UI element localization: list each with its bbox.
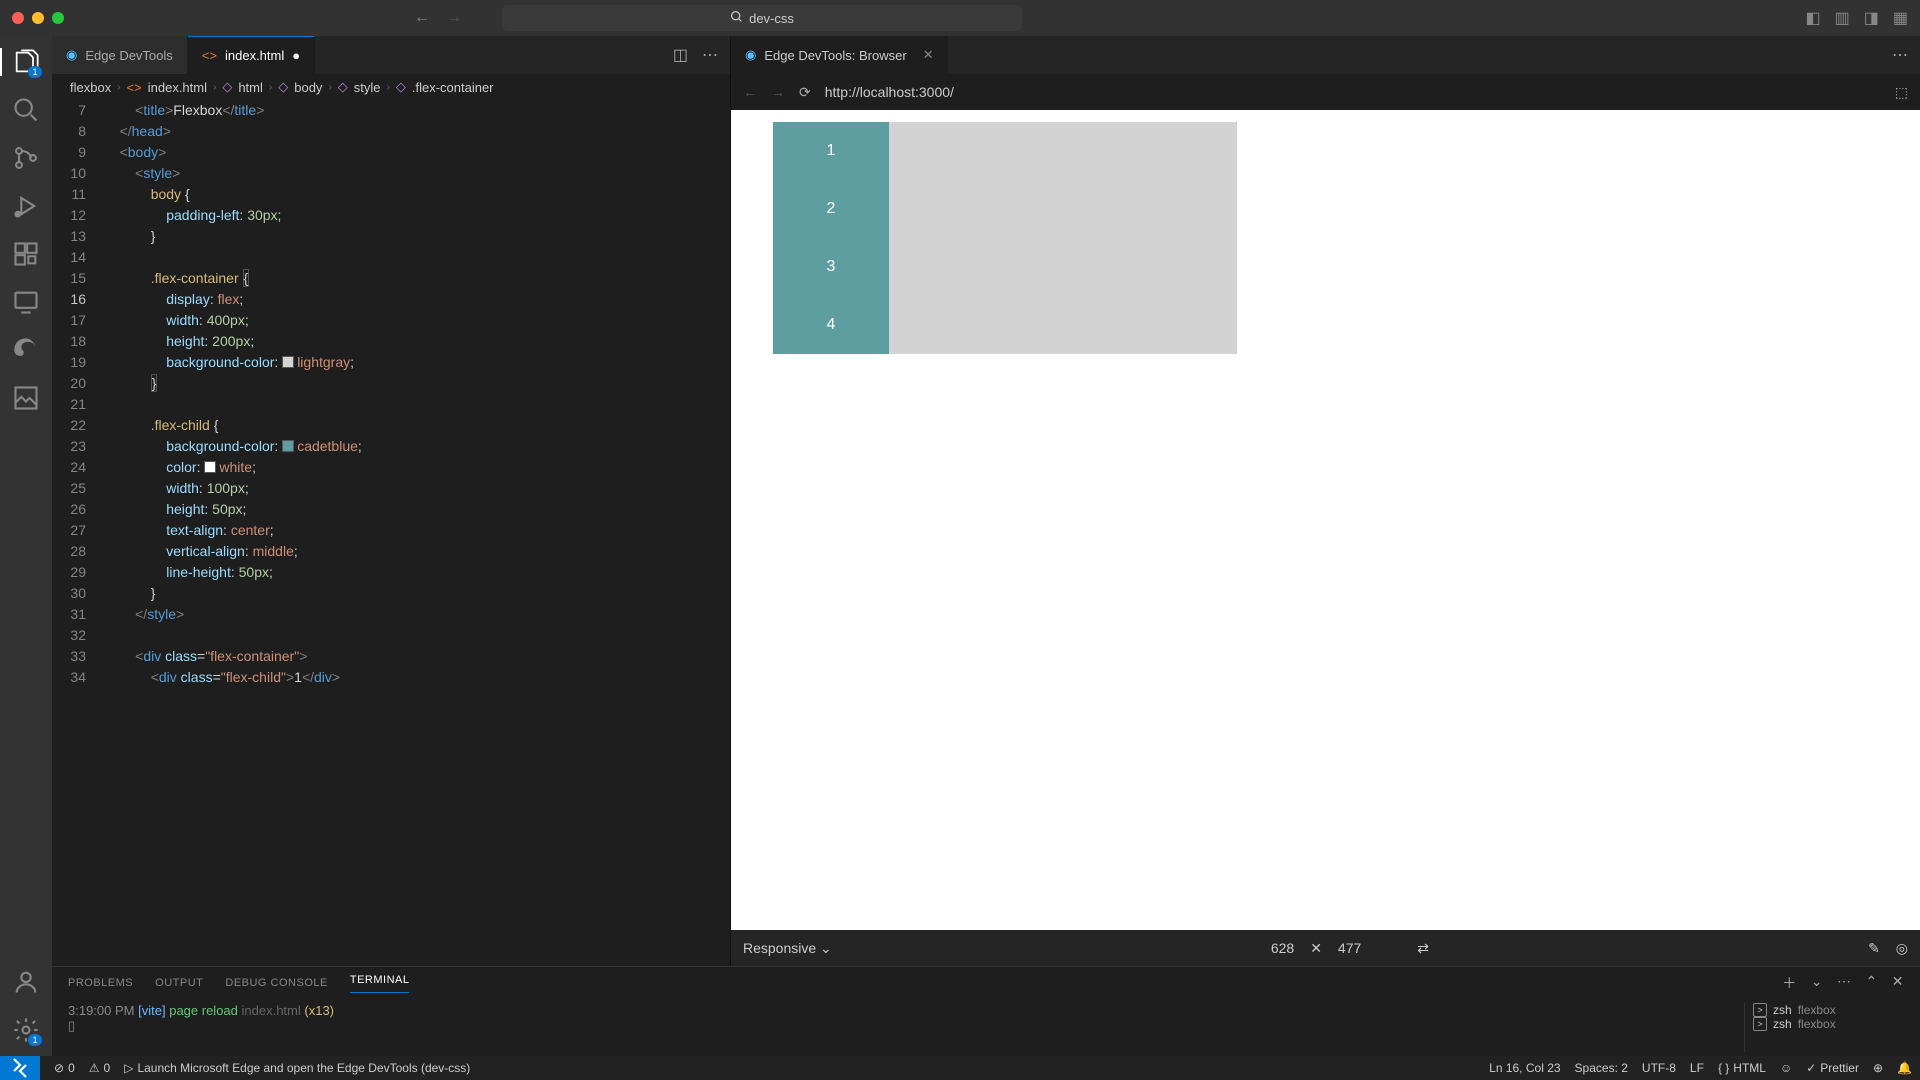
url-bar[interactable]: http://localhost:3000/ <box>825 84 954 100</box>
accounts-icon[interactable] <box>12 968 40 996</box>
more-actions-icon[interactable]: ⋯ <box>1892 45 1908 65</box>
layout-sidebar-left-icon[interactable]: ◧ <box>1806 8 1821 28</box>
dimension-separator-icon: ✕ <box>1310 940 1322 957</box>
explorer-icon[interactable]: 1 <box>12 48 40 76</box>
status-prettier[interactable]: ✓Prettier <box>1806 1061 1859 1075</box>
minimize-window-button[interactable] <box>32 12 44 24</box>
window-controls <box>12 12 64 24</box>
tab-browser-preview[interactable]: ◉ Edge DevTools: Browser ✕ <box>731 36 948 74</box>
layout-panel-icon[interactable]: ▥ <box>1835 8 1850 28</box>
extensions-icon[interactable] <box>12 240 40 268</box>
panel-tab-output[interactable]: OUTPUT <box>155 977 203 989</box>
inspect-icon[interactable]: ⬚ <box>1895 84 1908 101</box>
browser-forward-icon[interactable]: → <box>771 84 785 100</box>
status-encoding[interactable]: UTF-8 <box>1642 1061 1676 1075</box>
panel-tab-problems[interactable]: PROBLEMS <box>68 977 133 989</box>
terminal-session[interactable]: >zsh flexbox <box>1753 1003 1904 1017</box>
wand-icon[interactable]: ✎ <box>1868 940 1880 957</box>
status-cursor-position[interactable]: Ln 16, Col 23 <box>1489 1061 1560 1075</box>
status-launch-edge[interactable]: ▷Launch Microsoft Edge and open the Edge… <box>124 1061 470 1075</box>
target-icon[interactable]: ◎ <box>1896 940 1908 957</box>
check-icon: ✓ <box>1806 1061 1816 1075</box>
dirty-indicator-icon: ● <box>292 48 300 63</box>
status-language[interactable]: { }HTML <box>1718 1061 1766 1075</box>
source-control-icon[interactable] <box>12 144 40 172</box>
more-actions-icon[interactable]: ⋯ <box>1837 973 1852 993</box>
breadcrumbs[interactable]: flexbox› <>index.html› ◇html› ◇body› ◇st… <box>52 74 730 100</box>
panel-tab-debug-console[interactable]: DEBUG CONSOLE <box>225 977 327 989</box>
nav-back-button[interactable]: ← <box>414 9 430 27</box>
status-warnings[interactable]: ⚠0 <box>89 1061 110 1075</box>
panel-tab-terminal[interactable]: TERMINAL <box>350 974 410 993</box>
chevron-down-icon: ⌄ <box>820 940 832 956</box>
activity-bar: 1 1 <box>0 36 52 1056</box>
terminal[interactable]: 3:19:00 PM [vite] page reload index.html… <box>52 999 1920 1056</box>
layout-customize-icon[interactable]: ▦ <box>1893 8 1908 28</box>
device-mode-dropdown[interactable]: Responsive ⌄ <box>743 940 832 957</box>
status-errors[interactable]: ⊘0 <box>54 1061 75 1075</box>
viewport-height[interactable]: 477 <box>1338 940 1361 956</box>
edge-icon: ◉ <box>745 47 756 63</box>
flex-child: 4 <box>773 296 889 354</box>
browser-back-icon[interactable]: ← <box>743 84 757 100</box>
error-icon: ⊘ <box>54 1061 64 1075</box>
remote-explorer-icon[interactable] <box>12 288 40 316</box>
maximize-window-button[interactable] <box>52 12 64 24</box>
close-panel-icon[interactable]: ✕ <box>1892 973 1904 993</box>
chevron-down-icon[interactable]: ⌄ <box>1811 973 1823 993</box>
status-bar: ⊘0 ⚠0 ▷Launch Microsoft Edge and open th… <box>0 1056 1920 1080</box>
flex-child: 3 <box>773 238 889 296</box>
code-editor-pane: ◉ Edge DevTools <> index.html ● ◫ ⋯ flex… <box>52 36 730 966</box>
image-preview-icon[interactable] <box>12 384 40 412</box>
status-notifications-icon[interactable]: ⊕ <box>1873 1061 1883 1075</box>
title-bar: ← → dev-css ◧ ▥ ◨ ▦ <box>0 0 1920 36</box>
tab-index-html[interactable]: <> index.html ● <box>188 36 315 74</box>
split-editor-icon[interactable]: ◫ <box>673 45 688 65</box>
debug-icon: ▷ <box>124 1061 133 1075</box>
edge-icon: ◉ <box>66 47 77 63</box>
device-toolbar: Responsive ⌄ 628 ✕ 477 ⇄ ✎ ◎ <box>731 930 1920 966</box>
command-center[interactable]: dev-css <box>502 5 1022 31</box>
editor-tabs: ◉ Edge DevTools <> index.html ● ◫ ⋯ <box>52 36 730 74</box>
status-eol[interactable]: LF <box>1690 1061 1704 1075</box>
browser-reload-icon[interactable]: ⟳ <box>799 84 811 101</box>
more-actions-icon[interactable]: ⋯ <box>702 45 718 65</box>
status-feedback-icon[interactable]: ☺ <box>1780 1061 1792 1075</box>
rotate-icon[interactable]: ⇄ <box>1417 940 1429 957</box>
settings-badge: 1 <box>28 1034 42 1046</box>
edge-devtools-icon[interactable] <box>12 336 40 364</box>
browser-toolbar: ← → ⟳ http://localhost:3000/ ⬚ <box>731 74 1920 110</box>
browser-preview-pane: ◉ Edge DevTools: Browser ✕ ⋯ ← → ⟳ http:… <box>730 36 1920 966</box>
layout-sidebar-right-icon[interactable]: ◨ <box>1864 8 1879 28</box>
flex-container: 1 2 3 4 <box>773 122 1237 354</box>
terminal-session[interactable]: >zsh flexbox <box>1753 1017 1904 1031</box>
status-indentation[interactable]: Spaces: 2 <box>1575 1061 1628 1075</box>
maximize-panel-icon[interactable]: ⌃ <box>1866 973 1878 993</box>
tab-edge-devtools[interactable]: ◉ Edge DevTools <box>52 36 188 74</box>
html-file-icon: <> <box>202 48 217 63</box>
bottom-panel: PROBLEMS OUTPUT DEBUG CONSOLE TERMINAL ＋… <box>52 966 1920 1056</box>
search-icon <box>730 10 743 26</box>
remote-indicator[interactable] <box>0 1056 40 1080</box>
preview-viewport[interactable]: 1 2 3 4 <box>731 110 1920 930</box>
close-window-button[interactable] <box>12 12 24 24</box>
viewport-width[interactable]: 628 <box>1271 940 1294 956</box>
settings-gear-icon[interactable]: 1 <box>12 1016 40 1044</box>
code-editor[interactable]: 7 <title>Flexbox</title> 8 </head> 9 <bo… <box>52 100 730 966</box>
close-tab-icon[interactable]: ✕ <box>923 47 934 63</box>
nav-forward-button[interactable]: → <box>446 9 462 27</box>
new-terminal-icon[interactable]: ＋ <box>1782 973 1797 993</box>
warning-icon: ⚠ <box>89 1061 100 1075</box>
explorer-badge: 1 <box>28 66 42 78</box>
search-text: dev-css <box>749 11 794 26</box>
search-activity-icon[interactable] <box>12 96 40 124</box>
flex-child: 2 <box>773 180 889 238</box>
status-bell-icon[interactable]: 🔔 <box>1897 1061 1912 1075</box>
debug-icon[interactable] <box>12 192 40 220</box>
flex-child: 1 <box>773 122 889 180</box>
